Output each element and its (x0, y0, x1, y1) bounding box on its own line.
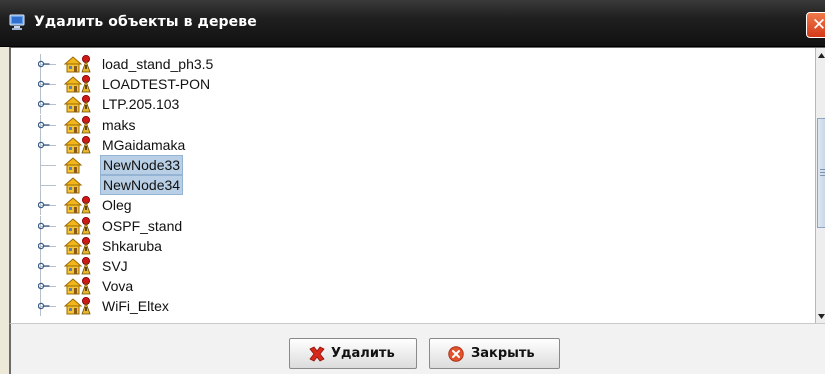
tree-row[interactable]: WiFi_Eltex (11, 296, 791, 317)
alarm-figure-icon (81, 196, 93, 214)
tree-row[interactable]: NewNode34 (11, 175, 791, 196)
tree-branch-line (40, 165, 56, 166)
tree-item-label: NewNode34 (100, 175, 184, 196)
object-tree[interactable]: load_stand_ph3.5 LOADTEST-PON LTP.205.103 m… (11, 48, 815, 324)
close-button-label: Закрыть (471, 346, 535, 361)
expand-toggle-icon[interactable] (38, 242, 50, 250)
tree-item-label: Oleg (102, 197, 132, 214)
tree-item-label: WiFi_Eltex (102, 298, 169, 315)
delete-button-label: Удалить (331, 346, 395, 361)
tree-row[interactable]: MGaidamaka (11, 134, 791, 155)
grip-line (820, 175, 825, 176)
expand-toggle-icon[interactable] (38, 141, 50, 149)
tree-row[interactable]: LOADTEST-PON (11, 74, 791, 95)
alarm-figure-icon (81, 55, 93, 73)
expand-toggle-icon[interactable] (38, 302, 50, 310)
grip-line (820, 169, 825, 170)
delete-objects-dialog: Удалить объекты в дереве ✕ load_stand_ph… (0, 0, 825, 374)
tree-row[interactable]: maks (11, 114, 791, 135)
tree-item-label: LTP.205.103 (102, 96, 180, 113)
alarm-figure-icon (81, 75, 93, 93)
expand-toggle-icon[interactable] (38, 201, 50, 209)
alarm-figure-icon (81, 277, 93, 295)
scroll-thumb[interactable] (817, 118, 825, 228)
alarm-figure-icon (81, 95, 93, 113)
tree-row[interactable]: SVJ (11, 256, 791, 276)
scroll-up-arrow-icon[interactable] (816, 48, 825, 64)
tree-item-label: MGaidamaka (102, 136, 186, 153)
tree-item-label: SVJ (102, 258, 128, 274)
tree-item-label: Vova (102, 278, 134, 295)
alarm-figure-icon (81, 217, 93, 235)
alarm-figure-icon (81, 237, 93, 255)
delete-button[interactable]: Удалить (289, 338, 417, 369)
alarm-figure-icon (81, 136, 93, 154)
house-node-icon (63, 176, 94, 194)
tree-row[interactable]: LTP.205.103 (11, 94, 791, 115)
vertical-scrollbar[interactable] (815, 48, 825, 324)
dialog-title: Удалить объекты в дереве (34, 14, 257, 30)
expand-toggle-icon[interactable] (38, 282, 50, 290)
expand-toggle-icon[interactable] (38, 100, 50, 108)
alarm-figure-icon (81, 116, 93, 134)
tree-item-label: maks (102, 116, 136, 133)
tree-row[interactable]: NewNode33 (11, 155, 791, 175)
tree-item-label: NewNode33 (100, 155, 184, 175)
close-circle-icon (448, 346, 466, 362)
expand-toggle-icon[interactable] (38, 222, 50, 230)
tree-panel: load_stand_ph3.5 LOADTEST-PON LTP.205.103 m… (9, 47, 825, 324)
tree-row[interactable]: Shkaruba (11, 235, 791, 256)
partial-row-icon (75, 48, 105, 50)
tree-row[interactable]: load_stand_ph3.5 (11, 54, 791, 74)
app-icon (8, 13, 26, 31)
close-icon: ✕ (811, 15, 825, 35)
house-node-icon (63, 156, 94, 174)
grip-line (820, 172, 825, 173)
expand-toggle-icon[interactable] (38, 80, 50, 88)
title-bar[interactable]: Удалить объекты в дереве ✕ (0, 0, 825, 47)
tree-item-label: OSPF_stand (102, 217, 183, 234)
expand-toggle-icon[interactable] (38, 121, 50, 129)
tree-item-label: LOADTEST-PON (102, 76, 211, 93)
tree-row[interactable]: Vova (11, 276, 791, 297)
close-button[interactable]: Закрыть (429, 338, 560, 369)
tree-row[interactable]: OSPF_stand (11, 215, 791, 236)
tree-item-label: load_stand_ph3.5 (102, 56, 214, 72)
tree-row[interactable]: Oleg (11, 195, 791, 216)
alarm-figure-icon (81, 257, 93, 275)
expand-toggle-icon[interactable] (38, 262, 50, 270)
tree-item-label: Shkaruba (102, 237, 162, 254)
expand-toggle-icon[interactable] (38, 60, 50, 68)
window-close-button[interactable]: ✕ (806, 12, 825, 38)
delete-cross-icon (308, 346, 326, 362)
scroll-down-arrow-icon[interactable] (816, 308, 825, 324)
button-bar: Удалить Закрыть (9, 323, 825, 374)
tree-branch-line (40, 185, 56, 187)
alarm-figure-icon (81, 297, 93, 315)
